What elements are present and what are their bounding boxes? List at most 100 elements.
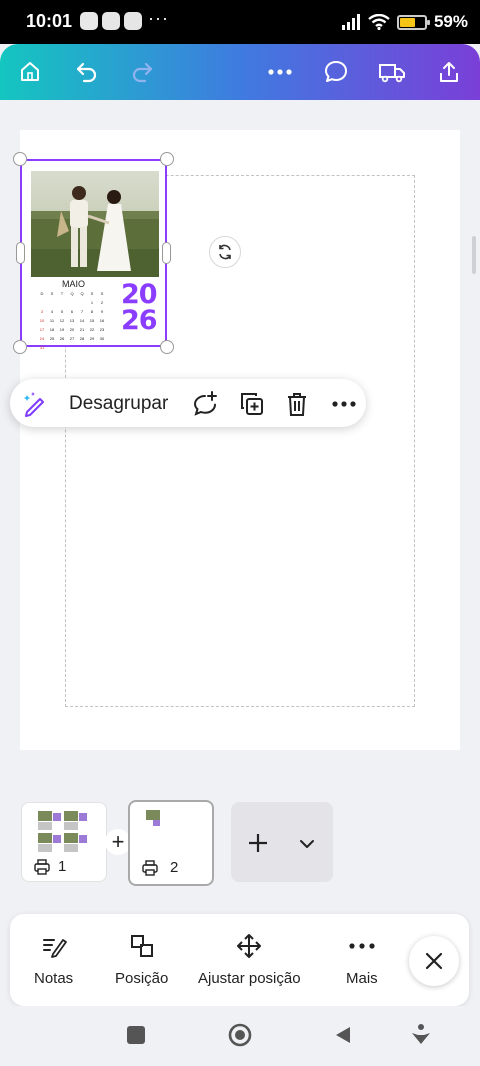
page-number-2: 2	[170, 859, 179, 876]
calendar-weekday: S	[100, 291, 104, 296]
add-page-options-button[interactable]	[293, 830, 321, 858]
notes-label: Notas	[34, 970, 74, 987]
undo-icon	[76, 62, 97, 83]
calendar-day: 7	[80, 309, 84, 314]
calendar-day: 5	[60, 309, 64, 314]
calendar-day: 26	[59, 336, 65, 341]
selected-calendar-group[interactable]: MAIO DSTQQSS 1 2 3 4 5 6 7 8 9 10 11 12 13 14 15 16 17 18…	[13, 152, 174, 354]
calendar-day: 12	[59, 318, 65, 323]
resize-handle-bottom-left[interactable]	[13, 340, 27, 354]
calendar-day: 29	[89, 336, 95, 341]
bottom-toolbar: Notas Posição Ajustar posição Mais	[10, 914, 469, 1006]
move-icon	[235, 932, 263, 960]
resize-handle-left[interactable]	[16, 242, 25, 264]
rotate-button[interactable]	[209, 236, 241, 268]
more-label: Mais	[346, 970, 378, 987]
comment-button[interactable]	[317, 54, 355, 90]
calendar-day	[47, 298, 57, 307]
calendar-day: 15	[89, 318, 95, 323]
calendar-week: 12	[37, 298, 109, 307]
chevron-down-icon	[300, 840, 314, 848]
calendar-year: 20 26	[121, 281, 161, 334]
page-thumbnail-1[interactable]: 1	[21, 802, 107, 882]
position-button[interactable]: Posição	[115, 932, 168, 987]
more-icon	[268, 69, 292, 75]
recent-apps-button[interactable]	[124, 1023, 148, 1047]
design-canvas[interactable]: MAIO DSTQQSS 1 2 3 4 5 6 7 8 9 10 11 12 13 14 15 16 17 18…	[0, 100, 480, 786]
more-icon	[332, 401, 356, 407]
calendar-day: 13	[69, 318, 75, 323]
add-page-box	[231, 802, 333, 882]
camera-icon	[124, 12, 142, 30]
calendar-day	[87, 343, 97, 352]
system-nav-bar	[0, 1006, 480, 1066]
adjust-position-button[interactable]: Ajustar posição	[198, 932, 301, 987]
resize-handle-top-left[interactable]	[13, 152, 27, 166]
resize-handle-bottom-right[interactable]	[160, 340, 174, 354]
whatsapp-icon	[80, 12, 98, 30]
calendar-weekdays: DSTQQSS	[37, 289, 109, 298]
notes-icon	[40, 932, 68, 960]
calendar-day: 11	[49, 318, 55, 323]
more-options-button[interactable]	[261, 54, 299, 90]
resize-handle-top-right[interactable]	[160, 152, 174, 166]
calendar-day: 27	[69, 336, 75, 341]
square-icon	[127, 1026, 145, 1044]
back-button[interactable]	[331, 1023, 355, 1047]
calendar-day	[57, 343, 67, 352]
status-more-dots: ···	[148, 8, 169, 28]
close-button[interactable]	[409, 936, 459, 986]
status-bar: 10:01 ··· 59%	[0, 0, 480, 44]
close-icon	[425, 952, 443, 970]
calendar-grid: DSTQQSS 1 2 3 4 5 6 7 8 9 10 11 12 13 14 15 16 17 18 19 20 2…	[37, 289, 109, 352]
home-button[interactable]	[11, 54, 49, 90]
calendar-day: 16	[99, 318, 105, 323]
calendar-weekday: Q	[80, 291, 84, 296]
calendar-day: 31	[39, 345, 45, 350]
rotate-icon	[219, 244, 231, 260]
print-delivery-button[interactable]	[373, 54, 411, 90]
back-triangle-icon	[336, 1027, 350, 1043]
signal-icon	[341, 14, 360, 30]
more-icon	[348, 932, 376, 960]
page-number-1: 1	[58, 858, 67, 875]
side-panel-tab[interactable]	[472, 236, 476, 274]
calendar-days: 1 2 3 4 5 6 7 8 9 10 11 12 13 14 15 16 17 18 19 20 21 22 23 24 2…	[37, 298, 109, 352]
undo-button[interactable]	[68, 54, 106, 90]
resize-handle-right[interactable]	[162, 242, 171, 264]
calendar-day: 19	[59, 327, 65, 332]
redo-button[interactable]	[123, 54, 161, 90]
add-comment-button[interactable]	[191, 390, 219, 418]
calendar-day: 4	[50, 309, 54, 314]
page-2-preview	[146, 810, 160, 826]
trash-icon	[288, 393, 306, 416]
page-1-preview	[38, 811, 87, 852]
calendar-week: 3 4 5 6 7 8 9	[37, 307, 109, 316]
comment-icon	[325, 61, 347, 82]
status-time: 10:01	[26, 11, 73, 31]
redo-icon	[132, 62, 153, 83]
share-button[interactable]	[430, 54, 468, 90]
calendar-day: 3	[40, 309, 44, 314]
calendar-day: 23	[99, 327, 105, 332]
add-comment-icon	[193, 391, 217, 416]
delivery-truck-icon	[379, 64, 405, 83]
magic-edit-button[interactable]	[22, 391, 48, 417]
context-more-button[interactable]	[330, 390, 358, 418]
calendar-day: 10	[39, 318, 45, 323]
more-button[interactable]: Mais	[346, 932, 378, 987]
add-page-button[interactable]	[243, 828, 273, 858]
page-thumbnail-2[interactable]: 2	[128, 800, 214, 886]
assistant-button[interactable]	[409, 1023, 433, 1047]
element-context-menu: Desagrupar	[10, 379, 366, 427]
calendar-week: 24 25 26 27 28 29 30	[37, 334, 109, 343]
calendar-day	[67, 343, 77, 352]
ungroup-button[interactable]: Desagrupar	[69, 393, 168, 415]
notes-button[interactable]: Notas	[34, 932, 73, 987]
circle-icon	[228, 1023, 252, 1047]
delete-button[interactable]	[283, 390, 311, 418]
position-icon	[128, 932, 156, 960]
home-nav-button[interactable]	[228, 1023, 252, 1047]
duplicate-button[interactable]	[238, 390, 266, 418]
calendar-day: 2	[100, 300, 104, 305]
